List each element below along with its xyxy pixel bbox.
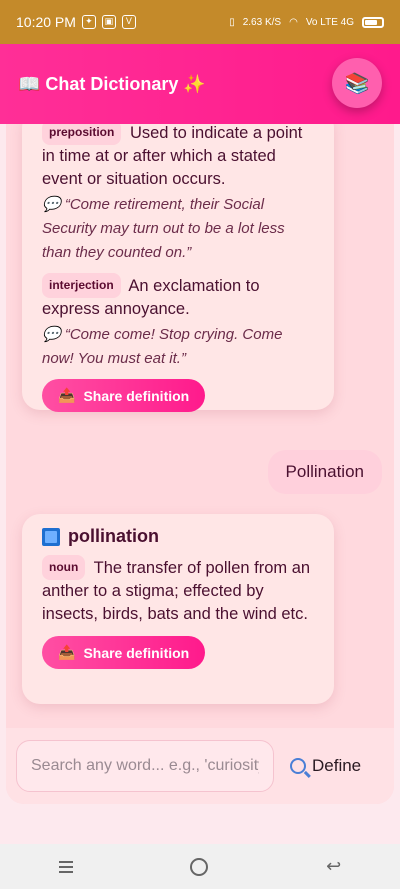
wifi-icon: ◠ bbox=[289, 16, 298, 28]
share-label: Share definition bbox=[83, 644, 190, 661]
word-heading: pollination bbox=[42, 526, 314, 547]
status-bar: 10:20 PM ✦ ▣ V ▯ 2.63 K/S ◠ Vo LTE 4G bbox=[0, 0, 400, 44]
input-bar: Define bbox=[6, 728, 394, 804]
status-time: 10:20 PM bbox=[16, 14, 76, 30]
definition-entry: preposition Used to indicate a point in … bbox=[42, 124, 314, 191]
part-of-speech-tag: noun bbox=[42, 555, 86, 580]
recent-apps-icon[interactable] bbox=[58, 860, 73, 873]
search-input[interactable] bbox=[16, 740, 274, 792]
app-bar: 📖 Chat Dictionary ✨ 📚 bbox=[0, 44, 400, 124]
status-right: ▯ 2.63 K/S ◠ Vo LTE 4G bbox=[229, 16, 384, 28]
network-speed: 2.63 K/S bbox=[242, 16, 282, 28]
books-icon: 📚 bbox=[344, 72, 370, 95]
battery-icon bbox=[362, 16, 384, 28]
vpn-icon: V bbox=[121, 15, 136, 29]
share-icon: 📤 bbox=[58, 644, 76, 660]
search-icon bbox=[290, 758, 306, 774]
share-icon: 📤 bbox=[58, 387, 76, 403]
history-button[interactable]: 📚 bbox=[332, 58, 382, 108]
chat-area[interactable]: preposition Used to indicate a point in … bbox=[6, 124, 394, 804]
notification-icon: ✦ bbox=[81, 15, 96, 29]
user-message-bubble: Pollination bbox=[267, 450, 382, 494]
definition-entry: interjection An exclamation to express a… bbox=[42, 273, 314, 321]
share-label: Share definition bbox=[83, 387, 190, 404]
network-type: Vo LTE 4G bbox=[305, 16, 354, 28]
define-label: Define bbox=[312, 756, 362, 775]
part-of-speech-tag: interjection bbox=[42, 273, 121, 298]
bot-message-card: pollination noun The transfer of pollen … bbox=[22, 514, 334, 704]
vibrate-icon: ▯ bbox=[229, 16, 235, 28]
word-title: pollination bbox=[68, 526, 159, 546]
part-of-speech-tag: preposition bbox=[42, 124, 122, 145]
system-nav-bar: ↩ bbox=[0, 844, 400, 889]
bot-message-card: preposition Used to indicate a point in … bbox=[22, 124, 334, 412]
home-icon[interactable] bbox=[190, 857, 209, 876]
share-definition-button[interactable]: 📤 Share definition bbox=[42, 379, 206, 412]
definition-entry: noun The transfer of pollen from an anth… bbox=[42, 555, 314, 626]
status-left: 10:20 PM ✦ ▣ V bbox=[16, 14, 136, 30]
blue-book-icon bbox=[42, 527, 60, 546]
share-definition-button[interactable]: 📤 Share definition bbox=[42, 636, 206, 669]
app-notification-icon: ▣ bbox=[101, 15, 116, 29]
back-icon[interactable]: ↩ bbox=[326, 856, 341, 877]
app-title: 📖 Chat Dictionary ✨ bbox=[18, 73, 206, 94]
example-sentence: 💬 “Come come! Stop crying. Come now! You… bbox=[42, 326, 283, 367]
example-sentence: 💬 “Come retirement, their Social Securit… bbox=[42, 196, 285, 261]
define-button[interactable]: Define bbox=[284, 755, 367, 777]
